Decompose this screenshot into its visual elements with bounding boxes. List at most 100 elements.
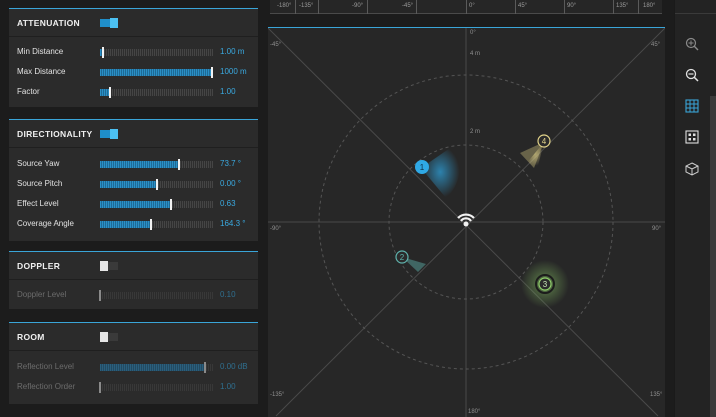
source-pitch-slider-row[interactable]: Source Pitch 0.00 ° bbox=[9, 174, 258, 194]
parameters-panel: ATTENUATION Min Distance 1.00 m Max Dist… bbox=[0, 0, 265, 417]
zoom-out-icon bbox=[685, 68, 699, 82]
source-pitch-slider[interactable] bbox=[100, 179, 213, 190]
doppler-title: DOPPLER bbox=[17, 260, 61, 271]
min-distance-label: Min Distance bbox=[17, 47, 64, 56]
max-distance-value[interactable]: 1000 m bbox=[220, 67, 247, 76]
effect-level-slider-row[interactable]: Effect Level 0.63 bbox=[9, 194, 258, 214]
dots-view-icon bbox=[685, 130, 699, 144]
cube-3d-icon bbox=[685, 162, 699, 176]
reflection-level-value[interactable]: 0.00 dB bbox=[220, 362, 248, 371]
ruler-label: 135° bbox=[616, 3, 629, 9]
doppler-level-value[interactable]: 0.10 bbox=[220, 290, 236, 299]
coverage-angle-slider-row[interactable]: Coverage Angle 164.3 ° bbox=[9, 214, 258, 234]
source-yaw-value[interactable]: 73.7 ° bbox=[220, 159, 241, 168]
view-toolbar bbox=[674, 0, 716, 417]
doppler-header: DOPPLER bbox=[9, 252, 258, 280]
ruler-label: 180° bbox=[643, 3, 656, 9]
degree-label-top-left: -45° bbox=[270, 42, 282, 48]
ruler-label: -45° bbox=[402, 3, 414, 9]
degree-label-left: -90° bbox=[270, 226, 282, 232]
reflection-order-slider-row[interactable]: Reflection Order 1.00 bbox=[9, 377, 258, 397]
slider-thumb[interactable] bbox=[155, 179, 158, 190]
source-3-label: 3 bbox=[543, 280, 548, 289]
coverage-angle-slider[interactable] bbox=[100, 219, 213, 230]
source-2-marker[interactable]: 2 bbox=[395, 250, 409, 264]
slider-thumb[interactable] bbox=[99, 382, 101, 393]
room-toggle[interactable] bbox=[100, 331, 118, 342]
source-1-marker[interactable]: 1 bbox=[415, 160, 429, 174]
dots-view-button[interactable] bbox=[679, 124, 705, 150]
reflection-order-slider[interactable] bbox=[99, 382, 213, 393]
slider-thumb[interactable] bbox=[170, 199, 173, 210]
azimuth-ruler[interactable]: -180° -135° -90° -45° 0° 45° 90° 135° 18… bbox=[270, 0, 662, 14]
zoom-in-icon bbox=[685, 37, 699, 51]
degree-label-bottom-right: 135° bbox=[650, 392, 663, 398]
min-distance-value[interactable]: 1.00 m bbox=[220, 47, 244, 56]
factor-slider[interactable] bbox=[100, 87, 213, 98]
slider-thumb[interactable] bbox=[99, 290, 101, 301]
max-distance-label: Max Distance bbox=[17, 67, 66, 76]
source-pitch-label: Source Pitch bbox=[17, 179, 63, 188]
slider-thumb[interactable] bbox=[210, 67, 213, 78]
degree-label-bottom: 180° bbox=[468, 409, 481, 415]
attenuation-toggle[interactable] bbox=[100, 17, 118, 28]
room-section: ROOM Reflection Level 0.00 dB Reflection… bbox=[9, 322, 258, 404]
ruler-label: 90° bbox=[567, 3, 577, 9]
slider-thumb[interactable] bbox=[178, 159, 181, 170]
effect-level-label: Effect Level bbox=[17, 199, 59, 208]
zoom-out-button[interactable] bbox=[679, 62, 705, 88]
source-pitch-value[interactable]: 0.00 ° bbox=[220, 179, 241, 188]
source-yaw-label: Source Yaw bbox=[17, 159, 60, 168]
attenuation-title: ATTENUATION bbox=[17, 17, 80, 28]
scrollbar[interactable] bbox=[710, 96, 716, 417]
degree-label-bottom-left: -135° bbox=[270, 392, 285, 398]
room-title: ROOM bbox=[17, 331, 45, 342]
ruler-label: -135° bbox=[299, 3, 314, 9]
reflection-order-label: Reflection Order bbox=[17, 382, 76, 391]
slider-thumb[interactable] bbox=[204, 362, 207, 373]
effect-level-value[interactable]: 0.63 bbox=[220, 199, 236, 208]
slider-thumb[interactable] bbox=[102, 47, 105, 58]
source-4-marker[interactable]: 4 bbox=[537, 134, 551, 148]
min-distance-slider[interactable] bbox=[100, 47, 213, 58]
zoom-in-button[interactable] bbox=[679, 31, 705, 57]
slider-thumb[interactable] bbox=[109, 87, 112, 98]
ruler-label: -180° bbox=[277, 3, 292, 9]
coverage-angle-value[interactable]: 164.3 ° bbox=[220, 219, 245, 228]
directionality-title: DIRECTIONALITY bbox=[17, 128, 93, 139]
source-4-label: 4 bbox=[542, 137, 547, 146]
grid-view-button[interactable] bbox=[679, 93, 705, 119]
reflection-level-slider-row[interactable]: Reflection Level 0.00 dB bbox=[9, 357, 258, 377]
max-distance-slider-row[interactable]: Max Distance 1000 m bbox=[9, 62, 258, 82]
source-yaw-slider-row[interactable]: Source Yaw 73.7 ° bbox=[9, 154, 258, 174]
attenuation-header: ATTENUATION bbox=[9, 9, 258, 37]
doppler-toggle[interactable] bbox=[100, 260, 118, 271]
source-2-label: 2 bbox=[400, 253, 405, 262]
coverage-angle-label: Coverage Angle bbox=[17, 219, 74, 228]
ruler-label: 45° bbox=[518, 3, 528, 9]
effect-level-slider[interactable] bbox=[100, 199, 213, 210]
factor-value[interactable]: 1.00 bbox=[220, 87, 236, 96]
source-3-marker[interactable]: 3 bbox=[535, 274, 555, 294]
directionality-toggle[interactable] bbox=[100, 128, 118, 139]
reflection-level-label: Reflection Level bbox=[17, 362, 74, 371]
toolbar-header bbox=[675, 0, 716, 14]
spatial-view[interactable]: 1 4 2 3 0° 180° -90° 90° -45° 45° -135° … bbox=[268, 27, 665, 417]
cube-3d-button[interactable] bbox=[679, 156, 705, 182]
ring-label-outer: 4 m bbox=[470, 51, 481, 57]
source-yaw-slider[interactable] bbox=[100, 159, 213, 170]
doppler-level-label: Doppler Level bbox=[17, 290, 67, 299]
min-distance-slider-row[interactable]: Min Distance 1.00 m bbox=[9, 42, 258, 62]
degree-label-right: 90° bbox=[652, 226, 662, 232]
slider-thumb[interactable] bbox=[149, 219, 152, 230]
max-distance-slider[interactable] bbox=[100, 67, 213, 78]
ruler-label: 0° bbox=[469, 3, 475, 9]
ring-label-inner: 2 m bbox=[470, 129, 481, 135]
factor-slider-row[interactable]: Factor 1.00 bbox=[9, 82, 258, 102]
ruler-label: -90° bbox=[352, 3, 364, 9]
reflection-order-value[interactable]: 1.00 bbox=[220, 382, 236, 391]
grid-view-icon bbox=[685, 99, 699, 113]
doppler-level-slider[interactable] bbox=[99, 290, 213, 301]
doppler-level-slider-row[interactable]: Doppler Level 0.10 bbox=[9, 285, 258, 305]
reflection-level-slider[interactable] bbox=[100, 362, 213, 373]
